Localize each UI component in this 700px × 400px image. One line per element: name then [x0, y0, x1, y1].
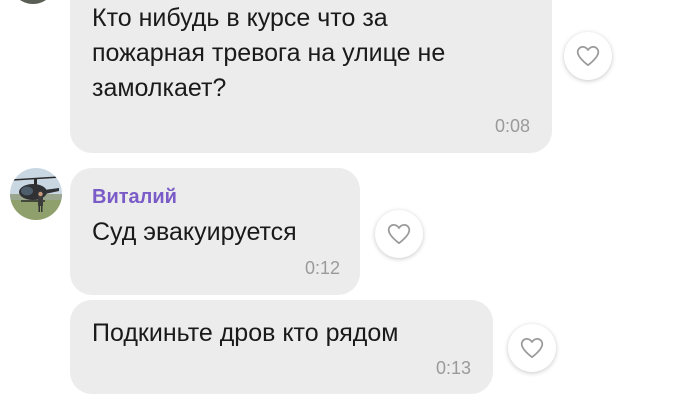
- heart-outline-icon: [576, 46, 600, 67]
- avatar[interactable]: [10, 168, 62, 220]
- heart-outline-icon: [387, 224, 411, 245]
- message-bubble[interactable]: Подкиньте дров кто рядом 0:13: [70, 300, 493, 394]
- message-text-line: Кто нибудь в курсе что за: [92, 4, 388, 32]
- message-text-line: замолкает?: [92, 74, 227, 102]
- helicopter-photo: [10, 168, 62, 220]
- message-bubble[interactable]: Виталий Суд эвакуируется 0:12: [70, 168, 360, 295]
- message-time: 0:13: [435, 358, 471, 378]
- heart-outline-icon: [520, 338, 544, 359]
- like-button[interactable]: [508, 324, 556, 372]
- message-bubble[interactable]: Кто нибудь в курсе что за пожарная трево…: [70, 0, 552, 153]
- message-text-line: пожарная тревога на улице не: [92, 39, 446, 67]
- message-time: 0:08: [494, 116, 530, 136]
- message-text-line: Подкиньте дров кто рядом: [92, 319, 399, 347]
- message-time: 0:12: [304, 258, 340, 278]
- message-text-line: Суд эвакуируется: [92, 218, 297, 246]
- like-button[interactable]: [564, 32, 612, 80]
- sender-name[interactable]: Виталий: [92, 186, 177, 209]
- avatar-top-partial[interactable]: [10, 0, 56, 4]
- like-button[interactable]: [375, 210, 423, 258]
